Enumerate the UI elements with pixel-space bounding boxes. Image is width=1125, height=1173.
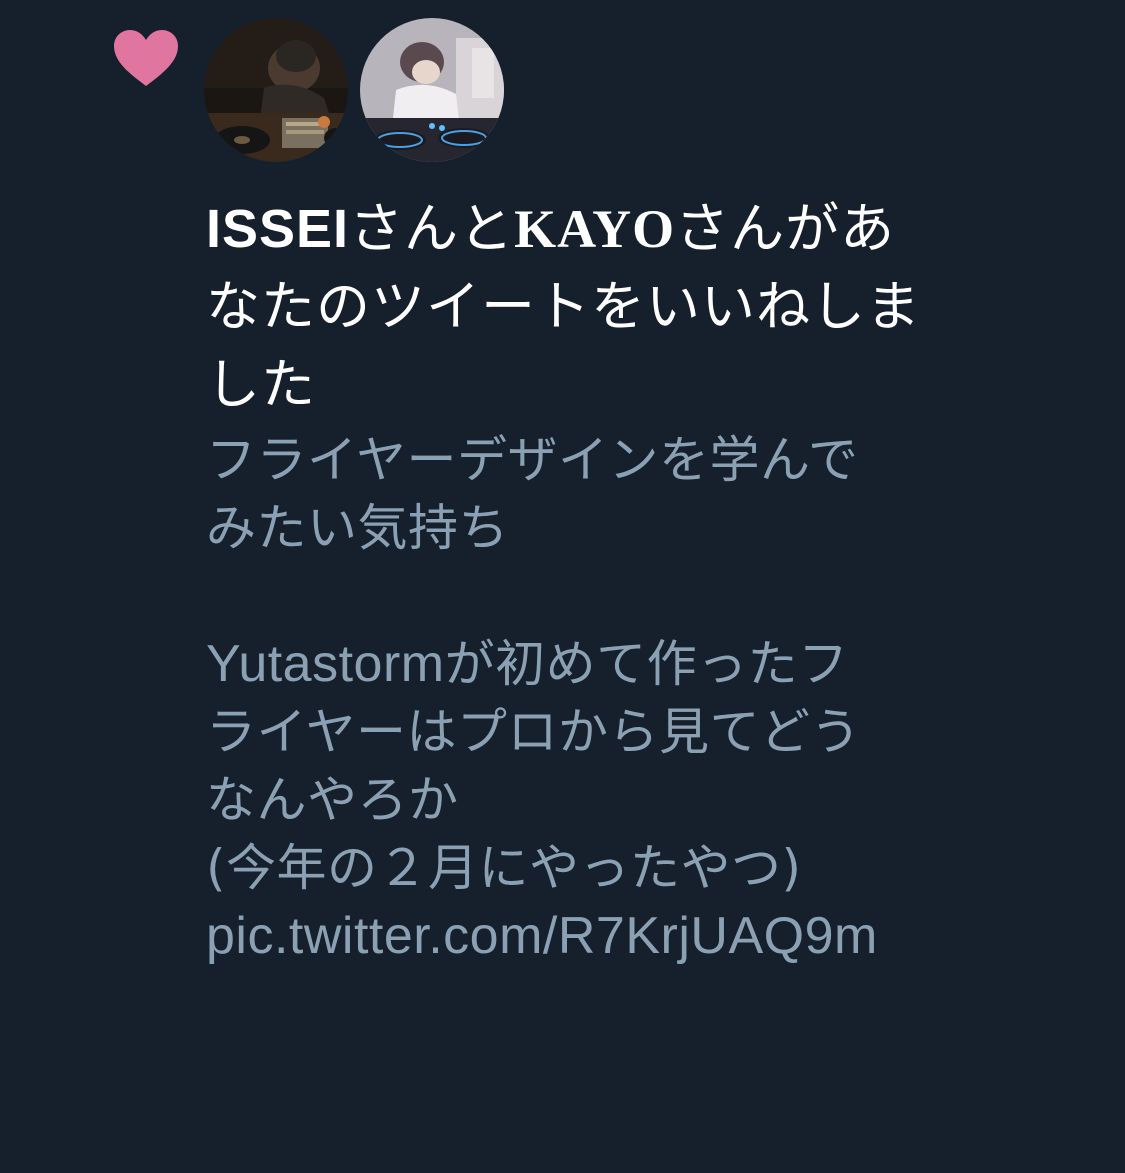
headline-line-1: ISSEIさんとKAYOさんがあ <box>206 190 1106 268</box>
headline-line-2: なたのツイートをいいねしま <box>206 275 921 338</box>
like-notification[interactable]: ISSEIさんとKAYOさんがあ なたのツイートをいいねしま した フライヤーデ… <box>0 0 1125 1173</box>
headline-joiner: さんと <box>349 197 515 260</box>
avatar-kayo[interactable] <box>360 18 504 162</box>
tweet-line-text: が初めて作ったフ <box>444 635 849 693</box>
headline-line-3: した <box>206 353 316 416</box>
tweet-line: (今年の２月にやったやつ) <box>206 839 802 897</box>
user-name-issei[interactable]: ISSEI <box>206 199 349 259</box>
user-name-kayo[interactable]: KAYO <box>514 199 675 259</box>
notification-text: ISSEIさんとKAYOさんがあ なたのツイートをいいねしま した フライヤーデ… <box>206 190 1106 970</box>
heart-icon <box>110 26 182 90</box>
liked-tweet-text[interactable]: フライヤーデザインを学んで みたい気持ち Yutastormが初めて作ったフ ラ… <box>206 426 1106 970</box>
tweet-line: みたい気持ち <box>206 499 509 557</box>
tweet-line: Yutastormが初めて作ったフ <box>206 630 1106 698</box>
tweet-username-text: Yutastorm <box>206 635 445 693</box>
tweet-line: フライヤーデザインを学んで <box>206 431 859 489</box>
headline-joiner-2: さんがあ <box>675 197 896 260</box>
tweet-line: なんやろか <box>206 771 459 829</box>
tweet-pic-link[interactable]: pic.twitter.com/R7KrjUAQ9m <box>206 902 1106 970</box>
avatar-issei[interactable] <box>204 18 348 162</box>
tweet-line: ライヤーはプロから見てどう <box>206 703 861 761</box>
notification-headline: ISSEIさんとKAYOさんがあ なたのツイートをいいねしま した <box>206 190 1106 424</box>
